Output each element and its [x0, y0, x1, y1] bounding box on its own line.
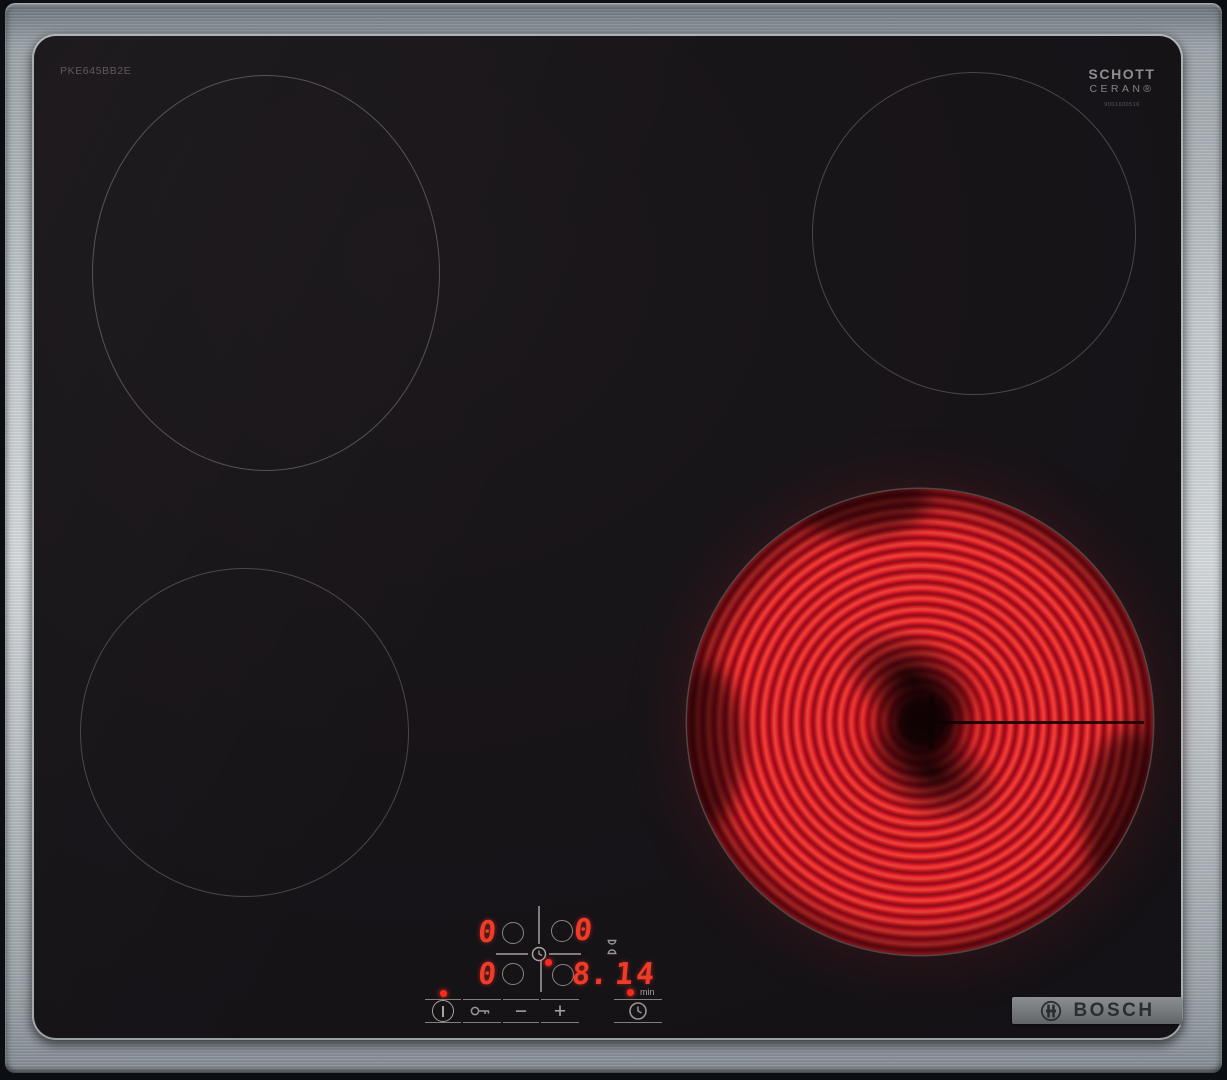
- active-zone-indicator-dot: [545, 959, 552, 966]
- zone-select-back-right[interactable]: [551, 920, 573, 942]
- burner-front-left: [80, 568, 409, 897]
- heater-shadow-patch: [1083, 731, 1153, 899]
- heater-shadow-patch: [790, 489, 930, 536]
- minus-icon: −: [515, 1001, 527, 1022]
- schott-ceran-logo: SCHOTT CERAN® 9001600516: [1074, 66, 1170, 108]
- timer-button[interactable]: [614, 999, 662, 1023]
- thermostat-probe-head: [929, 695, 934, 749]
- display-front-right-level: 8.: [571, 960, 610, 990]
- zone-select-back-left[interactable]: [502, 922, 524, 944]
- power-button[interactable]: [425, 999, 461, 1023]
- bosch-badge: BOSCH: [1012, 997, 1182, 1024]
- power-on-indicator-dot: [440, 990, 447, 997]
- burner-back-left: [92, 75, 440, 471]
- power-icon: [432, 1000, 454, 1022]
- schott-logo-line2: CERAN®: [1074, 83, 1170, 95]
- burner-back-right: [812, 72, 1136, 395]
- child-lock-button[interactable]: [463, 999, 501, 1023]
- display-back-right-level: 0: [573, 916, 594, 946]
- display-divider-horizontal-left: [496, 953, 528, 955]
- schott-logo-line1: SCHOTT: [1074, 66, 1170, 82]
- bosch-logo-text: BOSCH: [1073, 1000, 1154, 1022]
- display-front-left-level: 0: [477, 960, 498, 990]
- ceramic-glass-surface: PKE645BB2E SCHOTT CERAN® 9001600516 0 0: [34, 36, 1181, 1038]
- timer-unit-label: min: [640, 987, 655, 997]
- hourglass-icon: [606, 939, 618, 955]
- timer-clock-icon: [628, 1001, 648, 1021]
- timer-display: 14: [614, 960, 659, 990]
- plus-icon: +: [554, 1001, 566, 1022]
- cooktop-product-photo: PKE645BB2E SCHOTT CERAN® 9001600516 0 0: [0, 0, 1227, 1080]
- burner-front-right-heating: [687, 489, 1153, 955]
- display-divider-vertical-bottom: [540, 960, 542, 992]
- display-back-left-level: 0: [477, 918, 498, 948]
- timer-active-dot: [627, 989, 634, 996]
- bosch-logo-icon: [1039, 999, 1063, 1023]
- display-divider-vertical-top: [538, 906, 540, 944]
- plus-button[interactable]: +: [541, 999, 579, 1023]
- zone-select-front-left[interactable]: [502, 963, 524, 985]
- display-divider-horizontal-right: [549, 953, 581, 955]
- minus-button[interactable]: −: [503, 999, 539, 1023]
- model-label: PKE645BB2E: [60, 65, 131, 77]
- thermostat-probe-line: [920, 721, 1144, 724]
- schott-serial-number: 9001600516: [1074, 102, 1170, 108]
- heater-shadow-patch: [687, 666, 743, 824]
- key-icon: [469, 1005, 495, 1017]
